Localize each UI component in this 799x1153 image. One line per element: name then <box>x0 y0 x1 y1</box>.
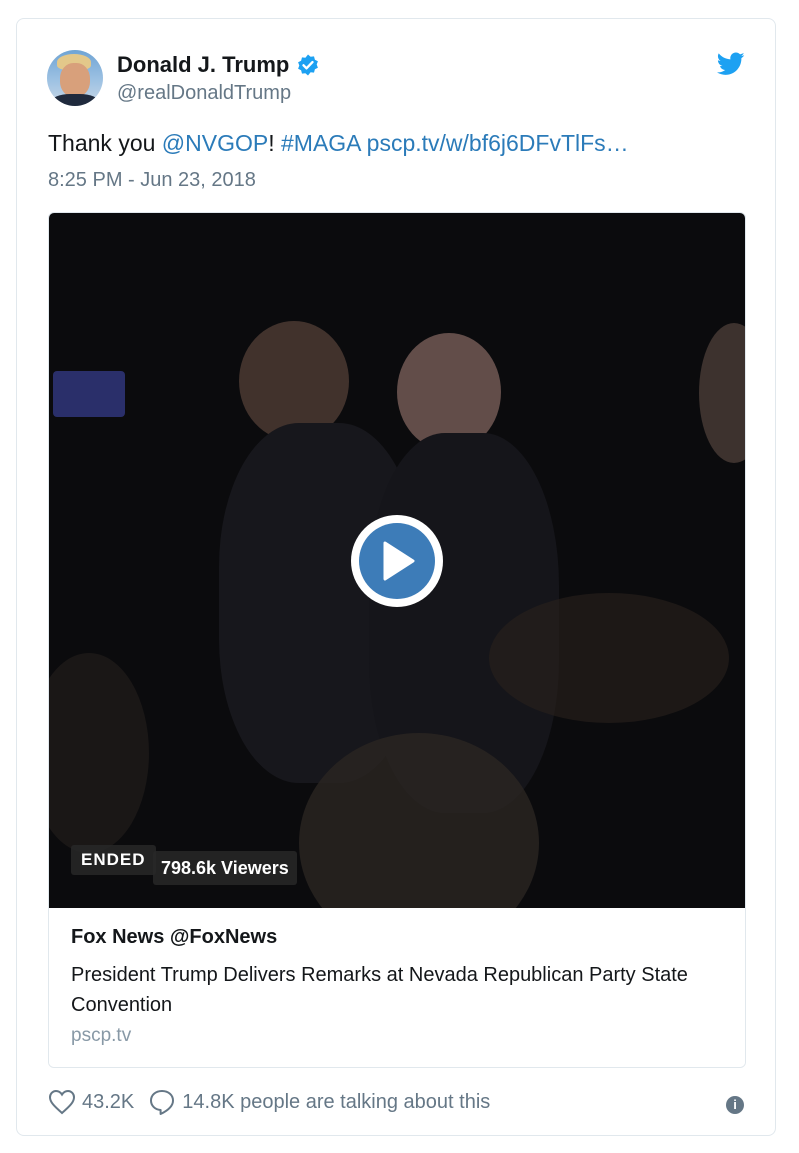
card-domain: pscp.tv <box>71 1025 132 1046</box>
tweet-exclaim: ! <box>268 130 275 156</box>
card-source: Fox News @FoxNews <box>71 926 278 948</box>
scene-crowd-2 <box>489 593 729 723</box>
media-card[interactable]: ENDED 798.6k Viewers Fox News @FoxNews P… <box>48 212 746 1068</box>
card-title: President Trump Delivers Remarks at Neva… <box>71 964 688 1016</box>
play-button-inner <box>359 523 435 599</box>
tweet-timestamp[interactable]: 8:25 PM - Jun 23, 2018 <box>48 169 256 192</box>
card-body[interactable]: Fox News @FoxNews President Trump Delive… <box>49 908 745 1067</box>
tweet-footer: 43.2K 14.8K people are talking about thi… <box>48 1088 490 1116</box>
verified-badge-icon <box>298 54 319 76</box>
scene-crowd-3 <box>49 653 149 853</box>
heart-icon[interactable] <box>48 1089 76 1115</box>
likes-count[interactable]: 43.2K <box>82 1091 134 1114</box>
author-name[interactable]: Donald J. Trump <box>117 52 289 78</box>
comment-icon[interactable] <box>148 1088 176 1116</box>
viewers-count: 798.6k Viewers <box>153 851 297 885</box>
avatar-face <box>60 63 90 97</box>
author-handle[interactable]: @realDonaldTrump <box>117 82 291 105</box>
tweet-text-prefix: Thank you <box>48 130 162 156</box>
scene-figure-3-head <box>699 323 745 463</box>
mention-link[interactable]: @NVGOP <box>162 130 268 156</box>
tweet-text: Thank you @NVGOP! #MAGA pscp.tv/w/bf6j6D… <box>48 130 629 157</box>
url-link[interactable]: pscp.tv/w/bf6j6DFvTlFs… <box>367 130 629 156</box>
info-icon[interactable]: i <box>726 1096 744 1114</box>
twitter-bird-icon[interactable] <box>717 52 745 76</box>
ended-badge: ENDED <box>71 845 156 875</box>
avatar[interactable] <box>47 50 103 106</box>
play-icon <box>383 541 415 581</box>
scene-screen <box>53 371 125 417</box>
talking-count[interactable]: 14.8K people are talking about this <box>182 1091 490 1114</box>
video-thumbnail[interactable]: ENDED 798.6k Viewers <box>49 213 745 908</box>
play-button[interactable] <box>351 515 443 607</box>
hashtag-link[interactable]: #MAGA <box>281 130 360 156</box>
avatar-suit <box>51 94 99 106</box>
author-name-row[interactable]: Donald J. Trump <box>117 52 320 78</box>
